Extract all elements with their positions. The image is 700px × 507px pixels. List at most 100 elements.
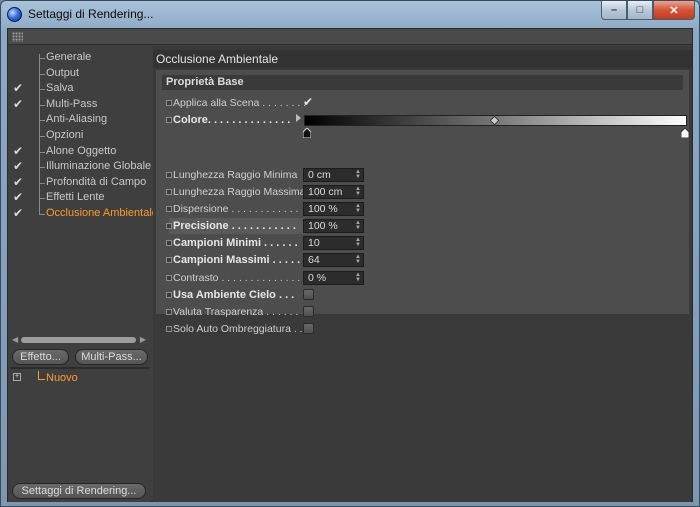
enabled-check-icon[interactable]: ✔ — [13, 98, 25, 110]
row-precisione: Precisione . . . . . . . . . . . 100 % ▲ ▼ — [166, 218, 686, 234]
applica-label: Applica alla Scena . . . . . . . . — [173, 97, 307, 109]
scrollbar-thumb[interactable] — [21, 337, 136, 343]
campioni-max-input[interactable]: 64 ▲ ▼ — [303, 253, 364, 267]
sidebar-item[interactable]: ✔ Illuminazione Globale — [8, 159, 152, 176]
input-value: 10 — [308, 237, 320, 249]
enabled-check-icon[interactable]: ✔ — [13, 191, 25, 203]
row-raggio-min: Lunghezza Raggio Minima 0 cm ▲ ▼ — [166, 167, 686, 183]
spinner-arrows-icon[interactable]: ▲ ▼ — [355, 186, 361, 197]
sidebar-item[interactable]: Generale — [8, 50, 151, 66]
valuta-checkbox[interactable] — [303, 306, 314, 317]
spinner-arrows-icon[interactable]: ▲ ▼ — [355, 169, 361, 180]
spinner-arrows-icon[interactable]: ▲ ▼ — [355, 237, 361, 248]
enabled-check-icon[interactable]: ✔ — [13, 207, 25, 219]
tree-connector-tick — [39, 167, 45, 169]
row-usa-ambiente: Usa Ambiente Cielo . . . — [166, 287, 686, 303]
row-campioni-max: Campioni Massimi . . . . . 64 ▲ ▼ — [166, 252, 686, 268]
sidebar-item-label: Generale — [46, 51, 92, 63]
render-settings-button[interactable]: Settaggi di Rendering... — [12, 483, 146, 499]
contrasto-label: Contrasto . . . . . . . . . . . . . . — [173, 272, 301, 284]
scroll-left-icon[interactable]: ◀ — [12, 335, 18, 344]
spinner-arrows-icon[interactable]: ▲ ▼ — [355, 203, 361, 214]
settings-item-nuovo[interactable]: Nuovo — [46, 372, 78, 384]
enabled-check-icon[interactable]: ✔ — [13, 160, 25, 172]
solo-auto-checkbox[interactable] — [303, 323, 314, 334]
expand-gradient-icon[interactable] — [296, 114, 301, 122]
row-solo-auto: Solo Auto Ombreggiatura . . — [166, 321, 686, 337]
sidebar-item[interactable]: ✔ Effetti Lente — [8, 190, 151, 207]
sidebar-item[interactable]: ✔ Multi-Pass — [8, 96, 151, 113]
close-button[interactable]: ✕ — [653, 1, 695, 20]
enabled-check-icon[interactable]: ✔ — [13, 145, 25, 157]
enabled-check-icon[interactable]: ✔ — [13, 82, 25, 94]
keyframe-dot-icon[interactable] — [166, 275, 172, 281]
tree-connector-tick — [39, 182, 45, 184]
sidebar-item-label: Anti-Aliasing — [46, 113, 108, 126]
usa-ambiente-label: Usa Ambiente Cielo . . . — [173, 289, 295, 301]
usa-ambiente-checkbox[interactable] — [303, 289, 314, 300]
sidebar-item[interactable]: Anti-Aliasing — [8, 112, 151, 129]
sidebar-item[interactable]: ✔ Occlusione Ambientale — [8, 206, 158, 222]
row-valuta: Valuta Trasparenza . . . . . . — [166, 304, 686, 320]
multipass-button[interactable]: Multi-Pass... — [75, 349, 148, 365]
keyframe-dot-icon[interactable] — [166, 117, 172, 123]
sidebar-item[interactable]: Output — [8, 65, 151, 82]
solo-auto-label: Solo Auto Ombreggiatura . . — [173, 323, 303, 335]
cinema4d-app-icon — [7, 7, 22, 22]
keyframe-dot-icon[interactable] — [166, 172, 172, 178]
keyframe-dot-icon[interactable] — [166, 100, 172, 106]
keyframe-dot-icon[interactable] — [166, 326, 172, 332]
valuta-label: Valuta Trasparenza . . . . . . — [173, 306, 299, 318]
title-bar[interactable]: Settaggi di Rendering... – □ ✕ — [1, 1, 699, 27]
tree-connector-tick — [39, 151, 45, 153]
gradient-start-knob[interactable] — [302, 127, 312, 139]
dispersione-input[interactable]: 100 % ▲ ▼ — [303, 202, 364, 216]
window-title: Settaggi di Rendering... — [28, 7, 154, 21]
tree-connector-tick — [39, 104, 45, 106]
horizontal-scrollbar[interactable]: ◀ ▶ — [12, 335, 146, 344]
campioni-min-input[interactable]: 10 ▲ ▼ — [303, 236, 364, 250]
section-title: Proprietà Base — [162, 75, 683, 90]
sidebar-item[interactable]: ✔ Alone Oggetto — [8, 143, 151, 160]
keyframe-dot-icon[interactable] — [166, 189, 172, 195]
gradient-midpoint-knob[interactable] — [489, 115, 500, 126]
spinner-arrows-icon[interactable]: ▲ ▼ — [355, 220, 361, 231]
keyframe-dot-icon[interactable] — [166, 257, 172, 263]
effetto-button[interactable]: Effetto... — [12, 349, 69, 365]
minimize-button[interactable]: – — [601, 1, 627, 20]
menu-bar — [8, 29, 692, 45]
gradient-end-knob[interactable] — [680, 127, 690, 139]
render-settings-window: Settaggi di Rendering... – □ ✕ Generale O… — [0, 0, 700, 507]
expand-icon[interactable]: + — [13, 373, 21, 381]
spinner-arrows-icon[interactable]: ▲ ▼ — [355, 254, 361, 265]
color-gradient-bar[interactable] — [304, 115, 687, 126]
contrasto-input[interactable]: 0 % ▲ ▼ — [303, 271, 364, 285]
spinner-arrows-icon[interactable]: ▲ ▼ — [355, 272, 361, 283]
keyframe-dot-icon[interactable] — [166, 309, 172, 315]
scroll-right-icon[interactable]: ▶ — [140, 335, 146, 344]
sidebar-item-label: Output — [46, 66, 80, 79]
sidebar-item[interactable]: ✔ Profondità di Campo — [8, 174, 151, 191]
raggio-min-input[interactable]: 0 cm ▲ ▼ — [303, 168, 364, 182]
tree-connector-tick — [39, 89, 45, 91]
campioni-min-label: Campioni Minimi . . . . . . — [173, 237, 298, 249]
tree-connector-tick — [38, 379, 45, 380]
sidebar-item-label: Profondità di Campo — [46, 175, 147, 188]
grip-handle-icon[interactable] — [12, 32, 23, 42]
keyframe-dot-icon[interactable] — [166, 206, 172, 212]
sidebar-item[interactable]: ✔ Salva — [8, 81, 151, 98]
sidebar-item[interactable]: Opzioni — [8, 128, 151, 144]
sidebar-item-label: Alone Oggetto — [46, 144, 117, 157]
keyframe-dot-icon[interactable] — [166, 223, 172, 229]
sidebar-item-label: Illuminazione Globale — [46, 160, 152, 173]
precisione-input[interactable]: 100 % ▲ ▼ — [303, 219, 364, 233]
maximize-button[interactable]: □ — [627, 1, 653, 20]
keyframe-dot-icon[interactable] — [166, 240, 172, 246]
keyframe-dot-icon[interactable] — [166, 292, 172, 298]
enabled-check-icon[interactable]: ✔ — [13, 176, 25, 188]
raggio-max-input[interactable]: 100 cm ▲ ▼ — [303, 185, 364, 199]
applica-checkbox[interactable]: ✔ — [303, 95, 313, 109]
row-contrasto: Contrasto . . . . . . . . . . . . . .0 %… — [166, 270, 686, 286]
tree-connector-tick — [39, 58, 45, 59]
window-client-area: Generale Output ✔ Salva ✔ Multi-Pass Anti-Alia… — [7, 28, 693, 502]
